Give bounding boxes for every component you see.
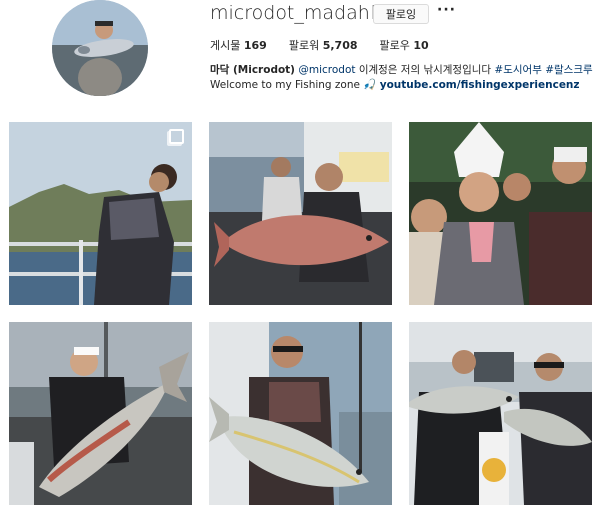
profile-bio: 마닥 (Microdot) @microdot 이계정은 저의 낚시계정입니다 … bbox=[210, 63, 595, 93]
post-image bbox=[209, 322, 392, 505]
bio-mention-link[interactable]: @microdot bbox=[298, 64, 355, 76]
posts-count: 게시물 169 bbox=[210, 39, 267, 52]
post-image bbox=[9, 322, 192, 505]
bio-welcome-text: Welcome to my Fishing zone 🎣 bbox=[210, 79, 380, 91]
post-thumbnail[interactable] bbox=[9, 122, 192, 305]
post-image bbox=[409, 122, 592, 305]
profile-username: microdot_madahk bbox=[210, 2, 381, 24]
more-options-icon[interactable]: ··· bbox=[437, 2, 456, 18]
avatar-photo bbox=[52, 0, 148, 96]
profile-full-name: 마닥 (Microdot) bbox=[210, 64, 295, 76]
post-thumbnail[interactable] bbox=[9, 322, 192, 505]
post-image bbox=[209, 122, 392, 305]
bio-hashtag[interactable]: #도시어부 bbox=[494, 64, 541, 76]
post-image bbox=[9, 122, 192, 305]
post-thumbnail[interactable] bbox=[209, 322, 392, 505]
profile-stats: 게시물 169 팔로워 5,708 팔로우 10 bbox=[210, 37, 451, 53]
profile-avatar[interactable] bbox=[52, 0, 148, 96]
post-thumbnail[interactable] bbox=[409, 322, 592, 505]
following-count[interactable]: 팔로우 10 bbox=[380, 37, 429, 53]
bio-text: 이계정은 저의 낚시계정입니다 bbox=[355, 64, 495, 76]
multiple-images-icon bbox=[169, 129, 184, 144]
bio-website-link[interactable]: youtube.com/fishingexperiencenz bbox=[380, 79, 580, 91]
post-thumbnail[interactable] bbox=[209, 122, 392, 305]
post-thumbnail[interactable] bbox=[409, 122, 592, 305]
bio-hashtag[interactable]: #랄스크루 bbox=[545, 64, 592, 76]
following-button[interactable]: 팔로잉 bbox=[373, 4, 429, 24]
followers-count[interactable]: 팔로워 5,708 bbox=[289, 37, 358, 53]
post-image bbox=[409, 322, 592, 505]
